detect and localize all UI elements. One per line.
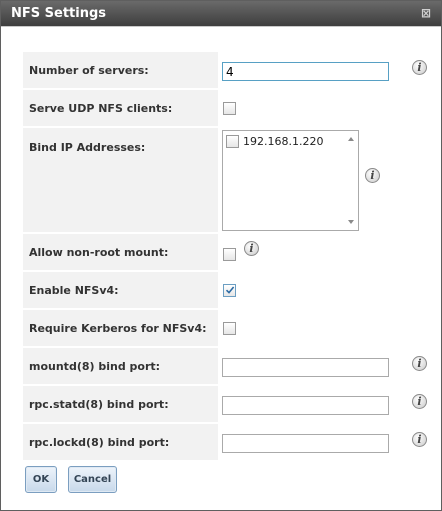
scroll-down-arrow-icon[interactable] — [348, 220, 354, 224]
row-statd-port: rpc.statd(8) bind port: — [23, 386, 389, 422]
bind-ip-option[interactable]: 192.168.1.220 — [226, 135, 344, 149]
require-kerberos-label: Require Kerberos for NFSv4: — [23, 310, 218, 346]
scroll-up-arrow-icon[interactable] — [348, 137, 354, 141]
row-number-of-servers: Number of servers: — [23, 52, 389, 88]
statd-port-label: rpc.statd(8) bind port: — [23, 386, 218, 422]
allow-non-root-mount-info-icon[interactable]: i — [244, 241, 259, 256]
statd-port-info-icon[interactable]: i — [412, 394, 427, 409]
serve-udp-label: Serve UDP NFS clients: — [23, 90, 218, 126]
nfs-settings-dialog: NFS Settings ⊠ Number of servers: i Serv… — [0, 0, 442, 511]
bind-ip-option-checkbox[interactable] — [226, 135, 239, 148]
dialog-content: Number of servers: i Serve UDP NFS clien… — [1, 26, 441, 510]
dialog-title: NFS Settings — [11, 6, 107, 21]
statd-port-input[interactable] — [222, 396, 389, 415]
bind-ip-addresses-label: Bind IP Addresses: — [23, 128, 218, 232]
serve-udp-checkbox[interactable] — [223, 102, 236, 115]
bind-ip-option-label: 192.168.1.220 — [243, 135, 324, 148]
mountd-port-label: mountd(8) bind port: — [23, 348, 218, 384]
require-kerberos-checkbox[interactable] — [223, 322, 236, 335]
listbox-scrollbar[interactable] — [346, 131, 358, 230]
row-mountd-port: mountd(8) bind port: — [23, 348, 389, 384]
number-of-servers-label: Number of servers: — [23, 52, 218, 88]
lockd-port-label: rpc.lockd(8) bind port: — [23, 424, 218, 460]
cancel-button[interactable]: Cancel — [68, 466, 117, 493]
lockd-port-input[interactable] — [222, 434, 389, 453]
number-of-servers-input[interactable] — [222, 62, 389, 81]
mountd-port-info-icon[interactable]: i — [412, 356, 427, 371]
row-allow-non-root-mount: Allow non-root mount: — [23, 234, 383, 270]
checkmark-icon — [225, 286, 235, 294]
row-serve-udp: Serve UDP NFS clients: — [23, 90, 383, 126]
number-of-servers-info-icon[interactable]: i — [412, 60, 427, 75]
close-icon[interactable]: ⊠ — [419, 6, 433, 20]
bind-ip-info-icon[interactable]: i — [365, 168, 380, 183]
lockd-port-info-icon[interactable]: i — [412, 432, 427, 447]
mountd-port-input[interactable] — [222, 358, 389, 377]
allow-non-root-mount-label: Allow non-root mount: — [23, 234, 218, 270]
row-enable-nfsv4: Enable NFSv4: — [23, 272, 383, 308]
row-lockd-port: rpc.lockd(8) bind port: — [23, 424, 389, 460]
ok-button[interactable]: OK — [25, 466, 57, 493]
enable-nfsv4-checkbox[interactable] — [223, 284, 236, 297]
enable-nfsv4-label: Enable NFSv4: — [23, 272, 218, 308]
allow-non-root-mount-checkbox[interactable] — [223, 248, 236, 261]
dialog-titlebar[interactable]: NFS Settings ⊠ — [1, 1, 441, 26]
row-require-kerberos: Require Kerberos for NFSv4: — [23, 310, 383, 346]
row-bind-ip-addresses: Bind IP Addresses: 192.168.1.220 — [23, 128, 383, 232]
bind-ip-listbox[interactable]: 192.168.1.220 — [222, 130, 359, 231]
